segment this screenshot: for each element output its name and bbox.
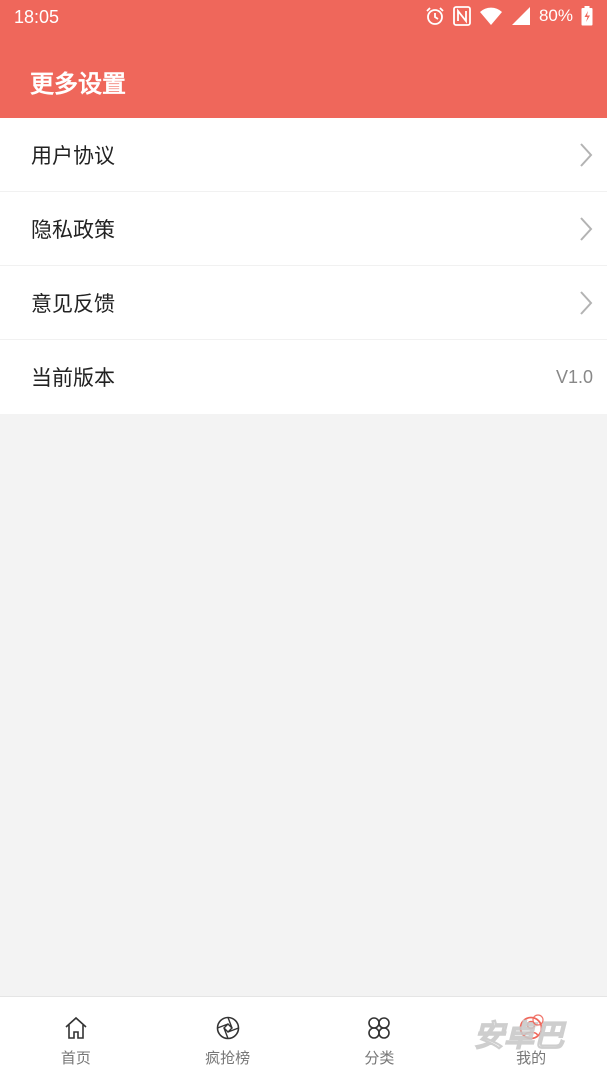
menu-item-label: 当前版本 xyxy=(31,366,115,390)
menu-item-current-version: 当前版本 V1.0 xyxy=(0,340,607,414)
settings-menu: 用户协议 隐私政策 意见反馈 当前版本 V1.0 xyxy=(0,118,607,414)
menu-item-feedback[interactable]: 意见反馈 xyxy=(0,266,607,340)
home-icon xyxy=(63,1015,89,1041)
version-value: V1.0 xyxy=(555,366,593,387)
tab-mine[interactable]: 我的 xyxy=(455,997,607,1080)
tab-category[interactable]: 分类 xyxy=(304,997,456,1080)
menu-item-label: 隐私政策 xyxy=(31,217,115,242)
tab-label: 疯抢榜 xyxy=(205,1049,251,1067)
tab-label: 首页 xyxy=(60,1049,91,1067)
wifi-icon xyxy=(479,6,503,26)
tab-hot-deals[interactable]: 疯抢榜 xyxy=(152,997,304,1080)
menu-item-user-agreement[interactable]: 用户协议 xyxy=(0,118,607,192)
category-icon xyxy=(366,1015,392,1041)
chevron-right-icon xyxy=(579,216,593,242)
status-time: 18:05 xyxy=(14,7,60,27)
menu-item-label: 用户协议 xyxy=(31,143,115,168)
bottom-tab-bar: 首页 疯抢榜 分类 我的 xyxy=(0,996,607,1080)
tab-label: 我的 xyxy=(516,1049,547,1067)
status-icons: 80% xyxy=(425,6,593,26)
chevron-right-icon xyxy=(579,142,593,168)
page-title: 更多设置 xyxy=(30,70,126,98)
alarm-icon xyxy=(425,6,445,26)
battery-icon xyxy=(581,6,593,26)
status-bar: 18:05 80% xyxy=(0,0,607,36)
nfc-icon xyxy=(453,6,471,26)
app-header: 18:05 80% 更多设置 xyxy=(0,0,607,118)
user-icon xyxy=(518,1015,544,1041)
tab-label: 分类 xyxy=(364,1049,395,1067)
aperture-icon xyxy=(215,1015,241,1041)
menu-item-privacy-policy[interactable]: 隐私政策 xyxy=(0,192,607,266)
signal-icon xyxy=(511,6,531,26)
menu-item-label: 意见反馈 xyxy=(31,291,115,316)
battery-percent: 80% xyxy=(538,6,573,25)
tab-home[interactable]: 首页 xyxy=(0,997,152,1080)
chevron-right-icon xyxy=(579,290,593,316)
